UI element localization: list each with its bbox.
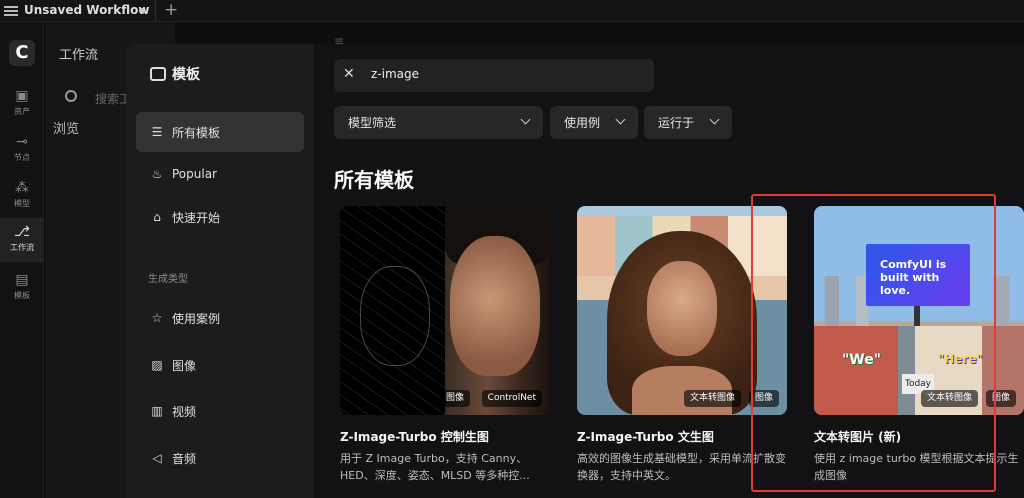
image-icon: ▨ (151, 358, 163, 372)
template-content: ✕ z-image 模型筛选 使用例 运行于 所有模板 图像 ControlNe… (314, 44, 1024, 498)
tag-badge: 图像 (439, 390, 470, 407)
model-icon: ⁂ (15, 180, 29, 196)
image-icon: ▣ (15, 88, 29, 104)
search-icon (65, 90, 77, 102)
search-value: z-image (371, 67, 420, 81)
runon-filter-dropdown[interactable]: 运行于 (644, 106, 732, 139)
menu-icon[interactable] (4, 4, 18, 18)
nav-item-label: 使用案例 (172, 311, 221, 326)
nav-item-label: 所有模板 (172, 125, 221, 140)
nav-item-label: 视频 (172, 404, 197, 419)
workflow-icon: ⎇ (13, 224, 31, 240)
rail-item-templates[interactable]: ▤ 模板 (0, 268, 44, 306)
nav-item-label: Popular (172, 167, 217, 181)
clear-search-close-icon[interactable]: ✕ (343, 66, 355, 82)
template-search-input[interactable]: ✕ z-image (334, 59, 654, 92)
film-icon: ▥ (151, 404, 163, 418)
template-icon: ▤ (15, 272, 29, 288)
sidepanel-title: 工作流 (59, 48, 99, 63)
filter-label: 运行于 (658, 116, 695, 130)
modal-title: 模板 (172, 67, 200, 83)
workflow-tab-title[interactable]: Unsaved Workflow (24, 3, 149, 17)
template-icon (150, 67, 166, 81)
nav-item-label: 图像 (172, 358, 197, 373)
model-filter-dropdown[interactable]: 模型筛选 (334, 106, 543, 139)
comfy-logo-icon[interactable]: C (9, 40, 35, 66)
left-rail: C ▣ 资产 ⊸ 节点 ⁂ 模型 ⎇ 工作流 ▤ 模板 (0, 22, 44, 498)
node-icon: ⊸ (16, 134, 28, 150)
card-description: 用于 Z Image Turbo，支持 Canny、HED、深度、姿态、MLSD… (340, 452, 530, 482)
nav-section-heading: 生成类型 (148, 274, 188, 285)
filter-label: 使用例 (564, 116, 601, 130)
selection-highlight-box (751, 194, 996, 492)
unsaved-dot-icon (139, 8, 145, 14)
template-thumbnail: 图像 ControlNet (340, 206, 550, 415)
tag-badge: 文本转图像 (683, 390, 741, 407)
chevron-down-icon (615, 114, 626, 125)
chevron-down-icon (709, 114, 720, 125)
nav-item-popular[interactable]: ♨ Popular (136, 154, 304, 194)
browse-label: 浏览 (53, 122, 80, 137)
rail-item-assets[interactable]: ▣ 资产 (0, 84, 44, 122)
star-icon: ☆ (151, 311, 163, 325)
sketch-outline (360, 266, 430, 366)
nav-item-label: 快速开始 (172, 210, 221, 225)
tag-badge: ControlNet (481, 390, 542, 407)
rail-item-nodes[interactable]: ⊸ 节点 (0, 130, 44, 168)
template-card-controlnet[interactable]: 图像 ControlNet Z-Image-Turbo 控制生图 用于 Z Im… (340, 206, 550, 498)
template-modal: 模板 ☰ 所有模板 ♨ Popular ⌂ 快速开始 生成类型 ☆ 使用案例 ▨… (126, 44, 1024, 498)
filter-label: 模型筛选 (348, 116, 397, 130)
nav-item-label: 音频 (172, 451, 197, 466)
nav-item-video[interactable]: ▥ 视频 (136, 391, 304, 431)
usecase-filter-dropdown[interactable]: 使用例 (550, 106, 638, 139)
rail-item-workflows[interactable]: ⎇ 工作流 (0, 218, 44, 262)
nav-item-image[interactable]: ▨ 图像 (136, 345, 304, 385)
speaker-icon: ◁ (152, 451, 162, 465)
template-nav: 模板 ☰ 所有模板 ♨ Popular ⌂ 快速开始 生成类型 ☆ 使用案例 ▨… (126, 44, 314, 498)
modal-header: 模板 (150, 64, 200, 84)
top-bar: Unsaved Workflow + (0, 0, 1024, 22)
nav-item-usecases[interactable]: ☆ 使用案例 (136, 298, 304, 338)
face-shape (647, 261, 717, 356)
chevron-down-icon (520, 114, 531, 125)
card-title: Z-Image-Turbo 控制生图 (340, 430, 489, 444)
nav-item-audio[interactable]: ◁ 音频 (136, 438, 304, 478)
nav-item-quickstart[interactable]: ⌂ 快速开始 (136, 197, 304, 237)
list-icon: ☰ (151, 125, 163, 139)
face-shape (450, 236, 540, 376)
card-title: Z-Image-Turbo 文生图 (577, 430, 714, 444)
section-title: 所有模板 (334, 168, 414, 192)
graduation-cap-icon: ⌂ (153, 210, 161, 224)
flame-icon: ♨ (151, 167, 163, 181)
nav-item-all-templates[interactable]: ☰ 所有模板 (136, 112, 304, 152)
new-tab-plus-icon[interactable]: + (164, 0, 178, 20)
tab-divider (155, 0, 156, 22)
rail-item-models[interactable]: ⁂ 模型 (0, 176, 44, 214)
